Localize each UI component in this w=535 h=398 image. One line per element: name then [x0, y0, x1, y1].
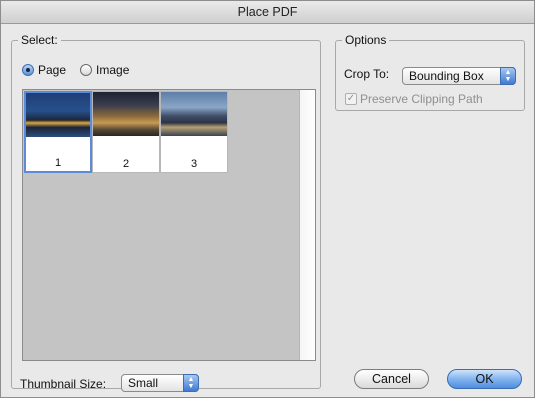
page-thumbnail-2[interactable]: 2 [92, 91, 160, 173]
thumbnail-size-value: Small [128, 376, 159, 390]
page-number: 3 [190, 158, 198, 170]
page-thumbnail-3[interactable]: 3 [160, 91, 228, 173]
thumbnail-image [161, 92, 227, 136]
dialog-title: Place PDF [1, 1, 534, 24]
page-thumbnail-1[interactable]: 1 [24, 91, 92, 173]
thumbnail-scrollbar[interactable] [299, 90, 315, 360]
thumbnail-image [26, 93, 90, 137]
thumbnail-list[interactable]: 1 2 3 [22, 89, 316, 361]
crop-to-value: Bounding Box [409, 69, 484, 83]
page-number: 1 [54, 157, 62, 169]
select-radio-row: Page Image [22, 63, 143, 77]
place-pdf-dialog: Place PDF Select: Page Image 1 2 3 Thumb… [0, 0, 535, 398]
cancel-button[interactable]: Cancel [354, 369, 429, 389]
popup-arrows-icon: ▲ ▼ [500, 67, 516, 85]
crop-to-popup[interactable]: Bounding Box ▲ ▼ [402, 67, 516, 85]
crop-to-label: Crop To: [344, 67, 390, 81]
preserve-clipping-row: ✓ Preserve Clipping Path [345, 92, 483, 106]
radio-image[interactable] [80, 64, 93, 76]
options-group: Options Crop To: Bounding Box ▲ ▼ ✓ Prese… [335, 33, 525, 111]
radio-page-label[interactable]: Page [38, 63, 66, 77]
radio-page[interactable] [22, 64, 34, 76]
thumbnail-size-popup[interactable]: Small ▲ ▼ [121, 374, 199, 392]
select-legend: Select: [21, 33, 58, 47]
preserve-clipping-checkbox[interactable]: ✓ [345, 93, 357, 105]
page-number: 2 [122, 158, 130, 170]
preserve-clipping-label: Preserve Clipping Path [360, 92, 483, 106]
select-group: Select: Page Image 1 2 3 Thumbnail Size: [11, 33, 321, 392]
popup-arrows-icon: ▲ ▼ [183, 374, 199, 392]
thumbnail-image [93, 92, 159, 136]
ok-button[interactable]: OK [447, 369, 522, 389]
thumbnail-size-label: Thumbnail Size: [20, 377, 107, 391]
radio-image-label[interactable]: Image [96, 63, 129, 77]
options-legend: Options [345, 33, 387, 47]
